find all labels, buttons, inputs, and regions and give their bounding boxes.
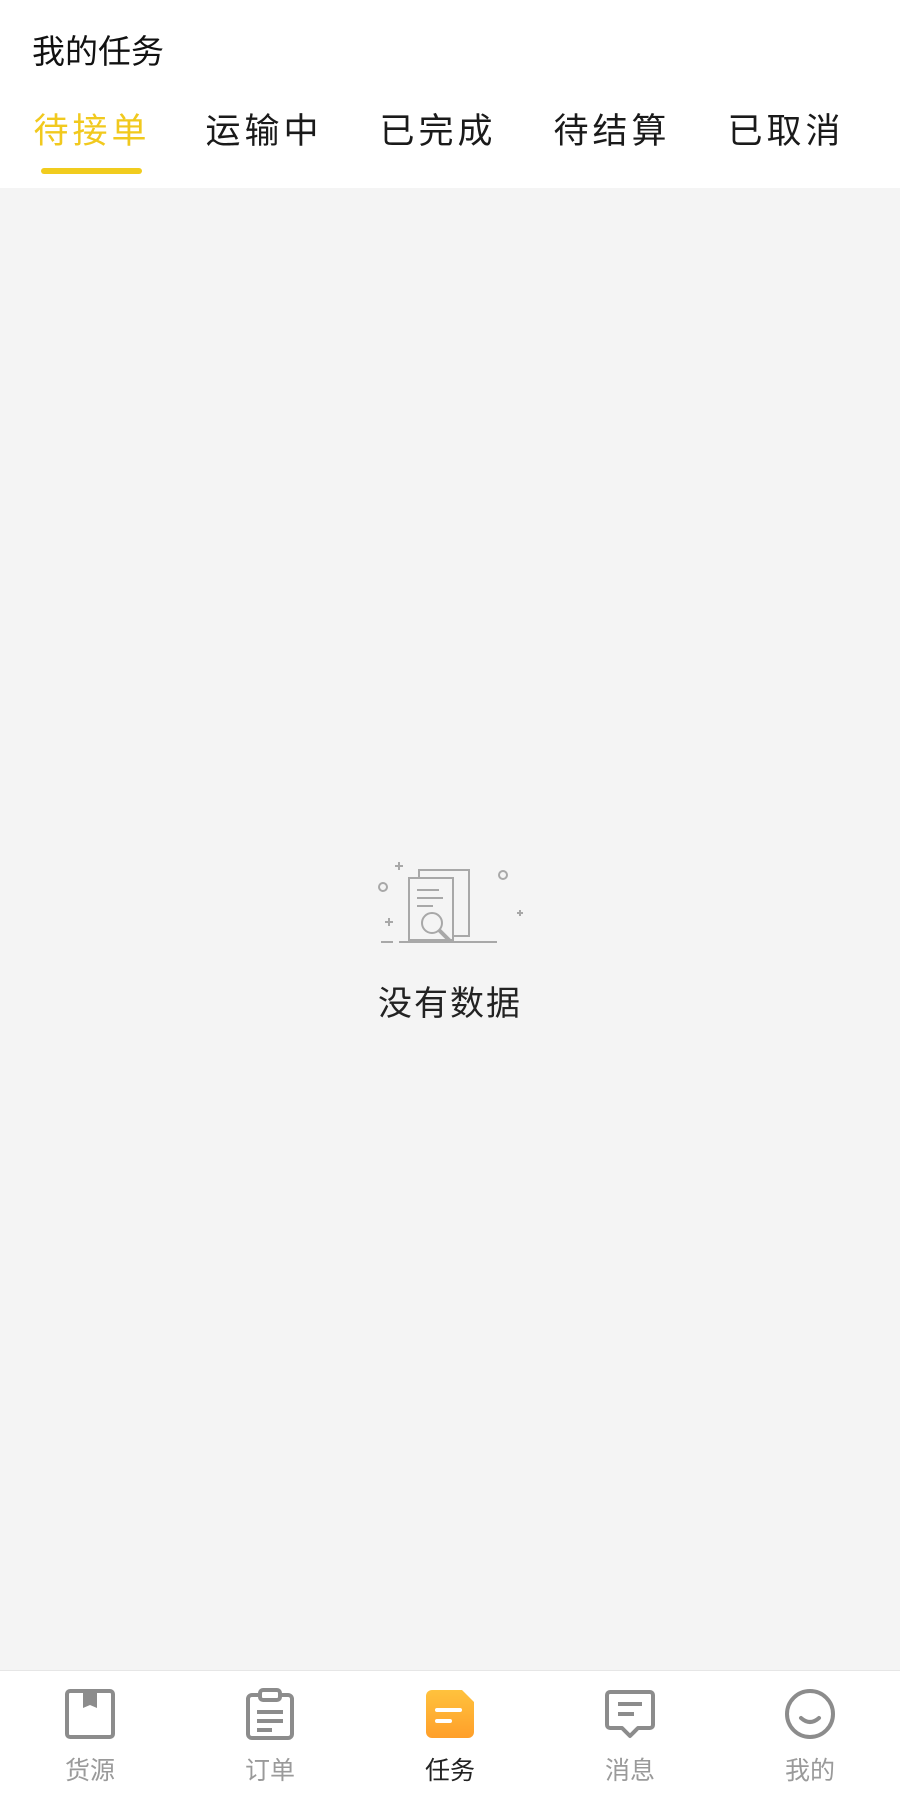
- tab-cancelled[interactable]: 已取消: [699, 100, 873, 188]
- nav-label-tasks: 任务: [424, 1756, 475, 1785]
- empty-document-search-icon: [378, 862, 523, 943]
- tab-pending-settlement[interactable]: 待结算: [525, 100, 699, 188]
- tab-in-transit[interactable]: 运输中: [177, 100, 351, 188]
- message-icon: [605, 1690, 655, 1738]
- cargo-box-icon: [65, 1689, 115, 1739]
- nav-label-messages: 消息: [604, 1756, 655, 1785]
- nav-item-profile[interactable]: 我的: [720, 1671, 900, 1801]
- task-icon: [426, 1690, 474, 1738]
- tab-pending-accept[interactable]: 待接单: [5, 100, 179, 188]
- task-list-area[interactable]: 没有数据: [0, 188, 900, 1670]
- active-tab-indicator: [41, 168, 142, 174]
- bottom-navigation: 货源 订单 任务 消息 我的: [0, 1670, 900, 1801]
- nav-item-tasks[interactable]: 任务: [360, 1671, 540, 1801]
- clipboard-icon: [246, 1688, 294, 1740]
- nav-item-cargo[interactable]: 货源: [0, 1671, 180, 1801]
- nav-item-messages[interactable]: 消息: [540, 1671, 720, 1801]
- page-title: 我的任务: [32, 32, 164, 71]
- smiley-icon: [785, 1689, 835, 1739]
- nav-label-orders: 订单: [244, 1756, 295, 1785]
- tab-bar: 待接单 运输中 已完成 待结算 已取消: [0, 100, 900, 188]
- nav-label-profile: 我的: [784, 1756, 835, 1785]
- nav-item-orders[interactable]: 订单: [180, 1671, 360, 1801]
- empty-state-text: 没有数据: [378, 984, 522, 1024]
- nav-label-cargo: 货源: [64, 1756, 115, 1785]
- empty-state: 没有数据: [0, 858, 900, 1038]
- top-header: 我的任务 待接单 运输中 已完成 待结算 已取消: [0, 0, 900, 188]
- tab-completed[interactable]: 已完成: [351, 100, 525, 188]
